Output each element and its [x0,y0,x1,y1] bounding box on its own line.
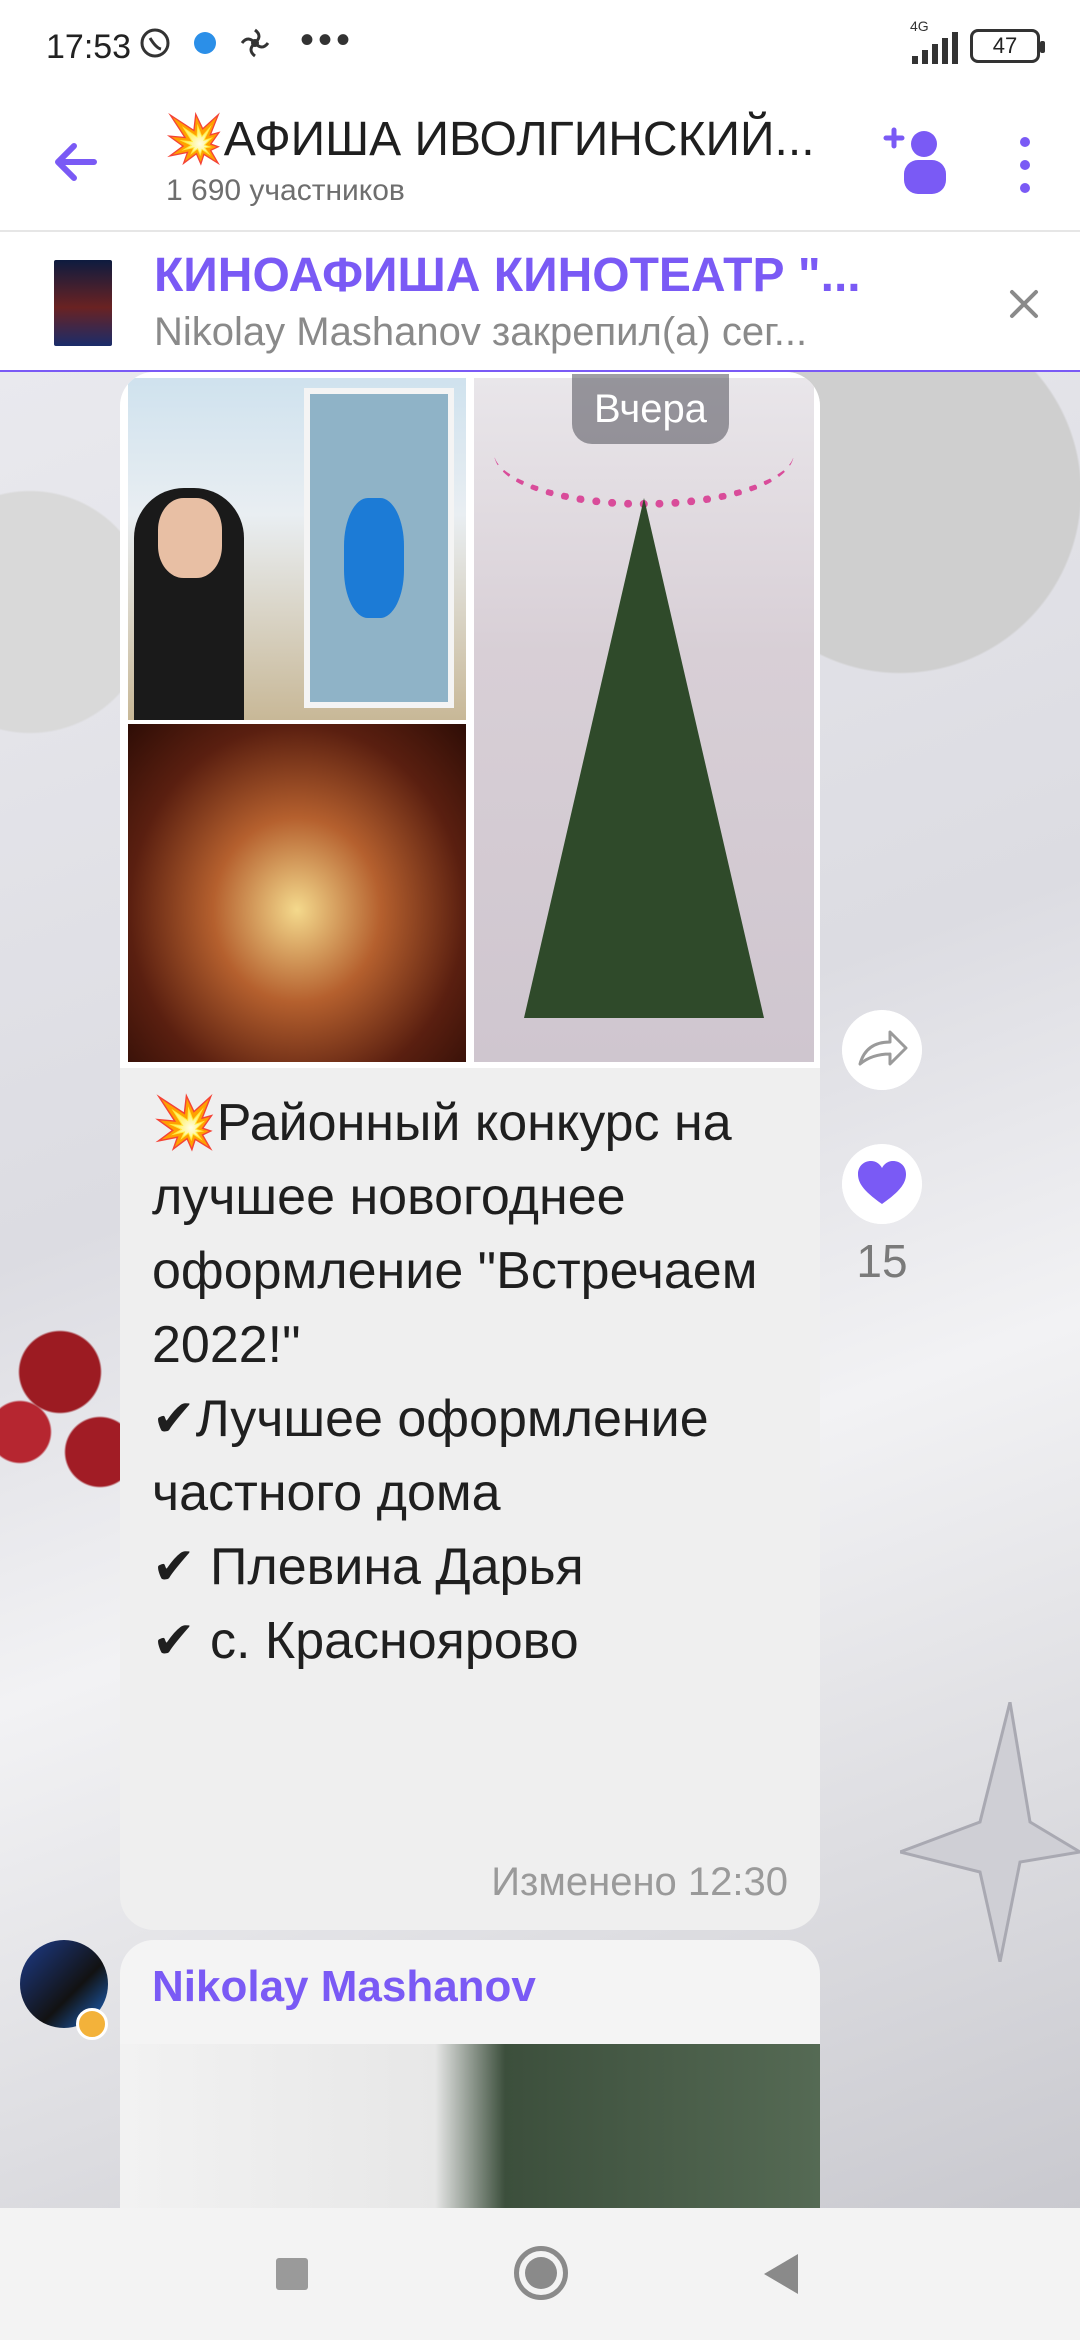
back-triangle-icon[interactable] [764,2254,798,2294]
more-vertical-icon[interactable] [1010,130,1040,200]
photo-album[interactable]: Вчера [120,372,820,1068]
add-member-icon[interactable] [880,120,960,200]
pinned-title: КИНОАФИША КИНОТЕАТР "... [154,249,861,302]
pinned-subtitle: Nikolay Mashanov закрепил(а) сег... [154,310,808,354]
network-label: 4G [910,18,929,34]
photo-christmas-tree[interactable] [474,378,814,1062]
status-notification-icons [138,26,272,60]
recent-apps-icon[interactable] [276,2258,308,2290]
sender-name[interactable]: Nikolay Mashanov [152,1962,536,2012]
close-icon[interactable] [1006,286,1042,322]
chat-title[interactable]: 💥АФИША ИВОЛГИНСКИЙ... [164,110,844,167]
viber-notification-icon [140,28,170,58]
message-bubble[interactable]: Вчера 💥Районный конкурс на лучшее нового… [120,372,820,1930]
message-edited-time: Изменено 12:30 [491,1860,788,1904]
message-text: 💥Районный конкурс на лучшее новогоднее о… [152,1094,758,1670]
photo-tree-lights[interactable] [128,724,466,1062]
fan-notification-icon [240,28,270,58]
app-notification-icon [194,32,216,54]
pinned-message-bar[interactable]: КИНОАФИША КИНОТЕАТР "... Nikolay Mashano… [0,234,1080,372]
date-chip: Вчера [572,374,729,444]
status-time: 17:53 [46,28,132,66]
system-navbar [0,2208,1080,2340]
status-right-icons: 4G 47 [910,18,1045,64]
admin-badge [76,2008,108,2040]
battery-icon: 47 [970,29,1045,63]
photo-window-decoration[interactable] [128,378,466,720]
status-bar: 17:53 ••• 4G 47 [0,0,1080,96]
arrow-left-icon[interactable] [46,132,106,192]
star-decoration [900,1702,1080,1962]
home-icon[interactable] [514,2246,568,2300]
heart-icon[interactable] [842,1144,922,1224]
signal-icon: 4G [910,18,958,64]
members-count: 1 690 участников [166,174,405,207]
message-photo[interactable] [120,2044,820,2208]
chat-area[interactable]: Вчера 💥Районный конкурс на лучшее нового… [0,372,1080,2208]
like-count: 15 [856,1235,908,1287]
chat-header: 💥АФИША ИВОЛГИНСКИЙ... 1 690 участников [0,96,1080,232]
share-icon[interactable] [842,1010,922,1090]
status-more-dots: ••• [300,18,355,62]
message-bubble[interactable]: Nikolay Mashanov [120,1940,820,2208]
pinned-thumbnail [54,260,112,346]
